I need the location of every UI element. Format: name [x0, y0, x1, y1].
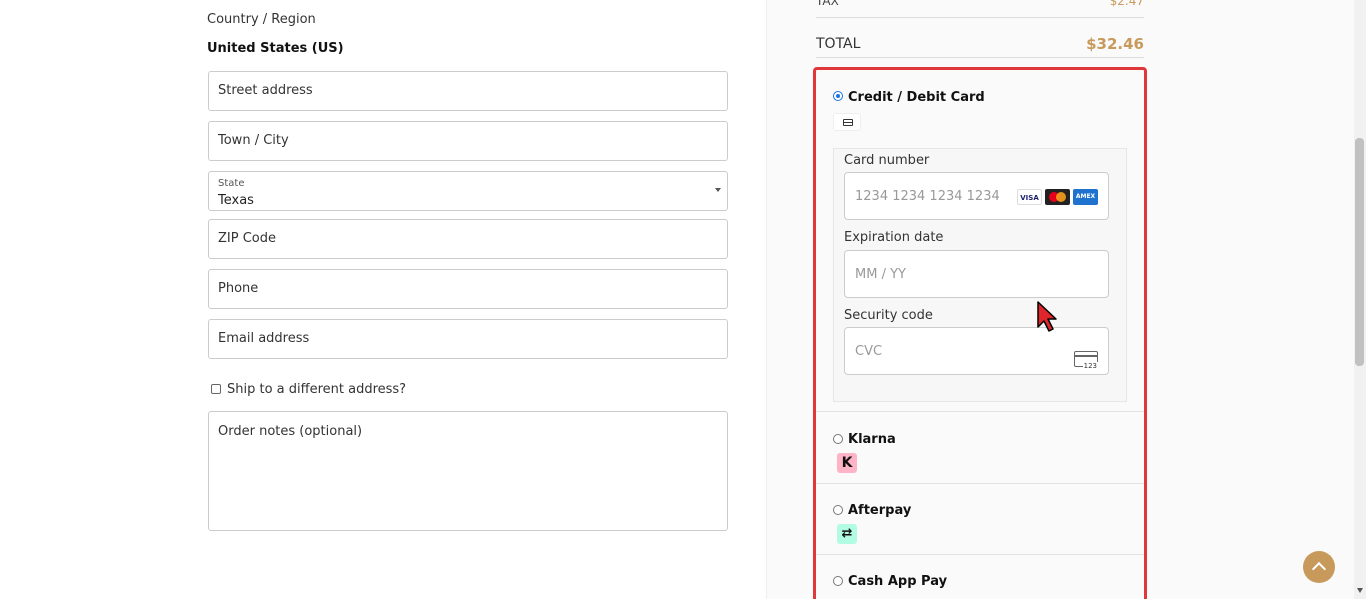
tax-value: $2.47	[1109, 0, 1144, 8]
total-value: $32.46	[1086, 35, 1144, 53]
cvc-icon-text: 123	[1082, 362, 1098, 370]
payment-option-cashapp[interactable]: Cash App Pay	[816, 555, 1144, 599]
afterpay-logo-icon: ⇄	[837, 524, 857, 544]
visa-icon: VISA	[1017, 189, 1042, 205]
cvc-placeholder: CVC	[855, 344, 883, 359]
back-to-top-button[interactable]	[1303, 551, 1335, 583]
order-notes-textarea[interactable]: Order notes (optional)	[208, 411, 728, 531]
cashapp-radio[interactable]	[833, 576, 843, 586]
afterpay-label[interactable]: Afterpay	[848, 503, 911, 518]
klarna-label[interactable]: Klarna	[848, 432, 896, 447]
ship-different-label[interactable]: Ship to a different address?	[227, 382, 406, 397]
email-field[interactable]: Email address	[208, 319, 728, 359]
zip-placeholder: ZIP Code	[218, 231, 276, 246]
city-placeholder: Town / City	[218, 133, 289, 148]
street-address-field[interactable]: Street address	[208, 71, 728, 111]
klarna-radio[interactable]	[833, 434, 843, 444]
mastercard-icon	[1045, 189, 1070, 205]
credit-card-icon	[833, 113, 861, 131]
payment-option-afterpay[interactable]: Afterpay ⇄	[816, 484, 1144, 555]
country-label: Country / Region	[207, 12, 316, 27]
cvc-label: Security code	[844, 308, 933, 323]
expiry-placeholder: MM / YY	[855, 267, 906, 282]
card-option-label[interactable]: Credit / Debit Card	[848, 90, 985, 105]
state-label: State	[218, 178, 245, 189]
card-form: Card number 1234 1234 1234 1234 VISA AME…	[833, 148, 1127, 402]
afterpay-radio[interactable]	[833, 505, 843, 515]
payment-methods-box: Credit / Debit Card Card number 1234 123…	[813, 67, 1147, 599]
country-value: United States (US)	[207, 41, 344, 56]
state-select[interactable]: State Texas	[208, 171, 728, 211]
payment-option-card[interactable]: Credit / Debit Card Card number 1234 123…	[816, 70, 1144, 412]
card-number-placeholder: 1234 1234 1234 1234	[855, 189, 1000, 204]
checkout-page: Country / Region United States (US) Stre…	[0, 0, 1366, 599]
total-row: TOTAL $32.46	[816, 34, 1144, 58]
ship-different-checkbox[interactable]	[211, 384, 221, 394]
amex-icon: AMEX	[1073, 189, 1098, 205]
street-address-placeholder: Street address	[218, 83, 313, 98]
city-field[interactable]: Town / City	[208, 121, 728, 161]
expiry-input[interactable]: MM / YY	[844, 250, 1109, 298]
chevron-down-icon	[715, 188, 721, 192]
cashapp-label[interactable]: Cash App Pay	[848, 574, 947, 589]
total-label: TOTAL	[816, 36, 861, 52]
cvc-input[interactable]: CVC 123	[844, 327, 1109, 375]
card-number-label: Card number	[844, 153, 930, 168]
tax-label: TAX	[816, 0, 839, 8]
cvc-card-icon: 123	[1074, 351, 1098, 370]
email-placeholder: Email address	[218, 331, 310, 346]
expiry-label: Expiration date	[844, 230, 944, 245]
scroll-down-arrow-icon[interactable]	[1357, 588, 1363, 593]
tax-row: TAX $2.47	[816, 0, 1144, 18]
payment-option-klarna[interactable]: Klarna K	[816, 412, 1144, 484]
card-radio[interactable]	[833, 91, 843, 101]
order-notes-placeholder: Order notes (optional)	[218, 424, 363, 439]
phone-field[interactable]: Phone	[208, 269, 728, 309]
mouse-cursor-icon	[1037, 301, 1057, 332]
zip-code-field[interactable]: ZIP Code	[208, 219, 728, 259]
phone-placeholder: Phone	[218, 281, 259, 296]
scrollbar-thumb[interactable]	[1355, 138, 1364, 366]
state-value: Texas	[218, 193, 254, 208]
card-number-input[interactable]: 1234 1234 1234 1234 VISA AMEX	[844, 172, 1109, 220]
klarna-logo-icon: K	[837, 453, 857, 473]
